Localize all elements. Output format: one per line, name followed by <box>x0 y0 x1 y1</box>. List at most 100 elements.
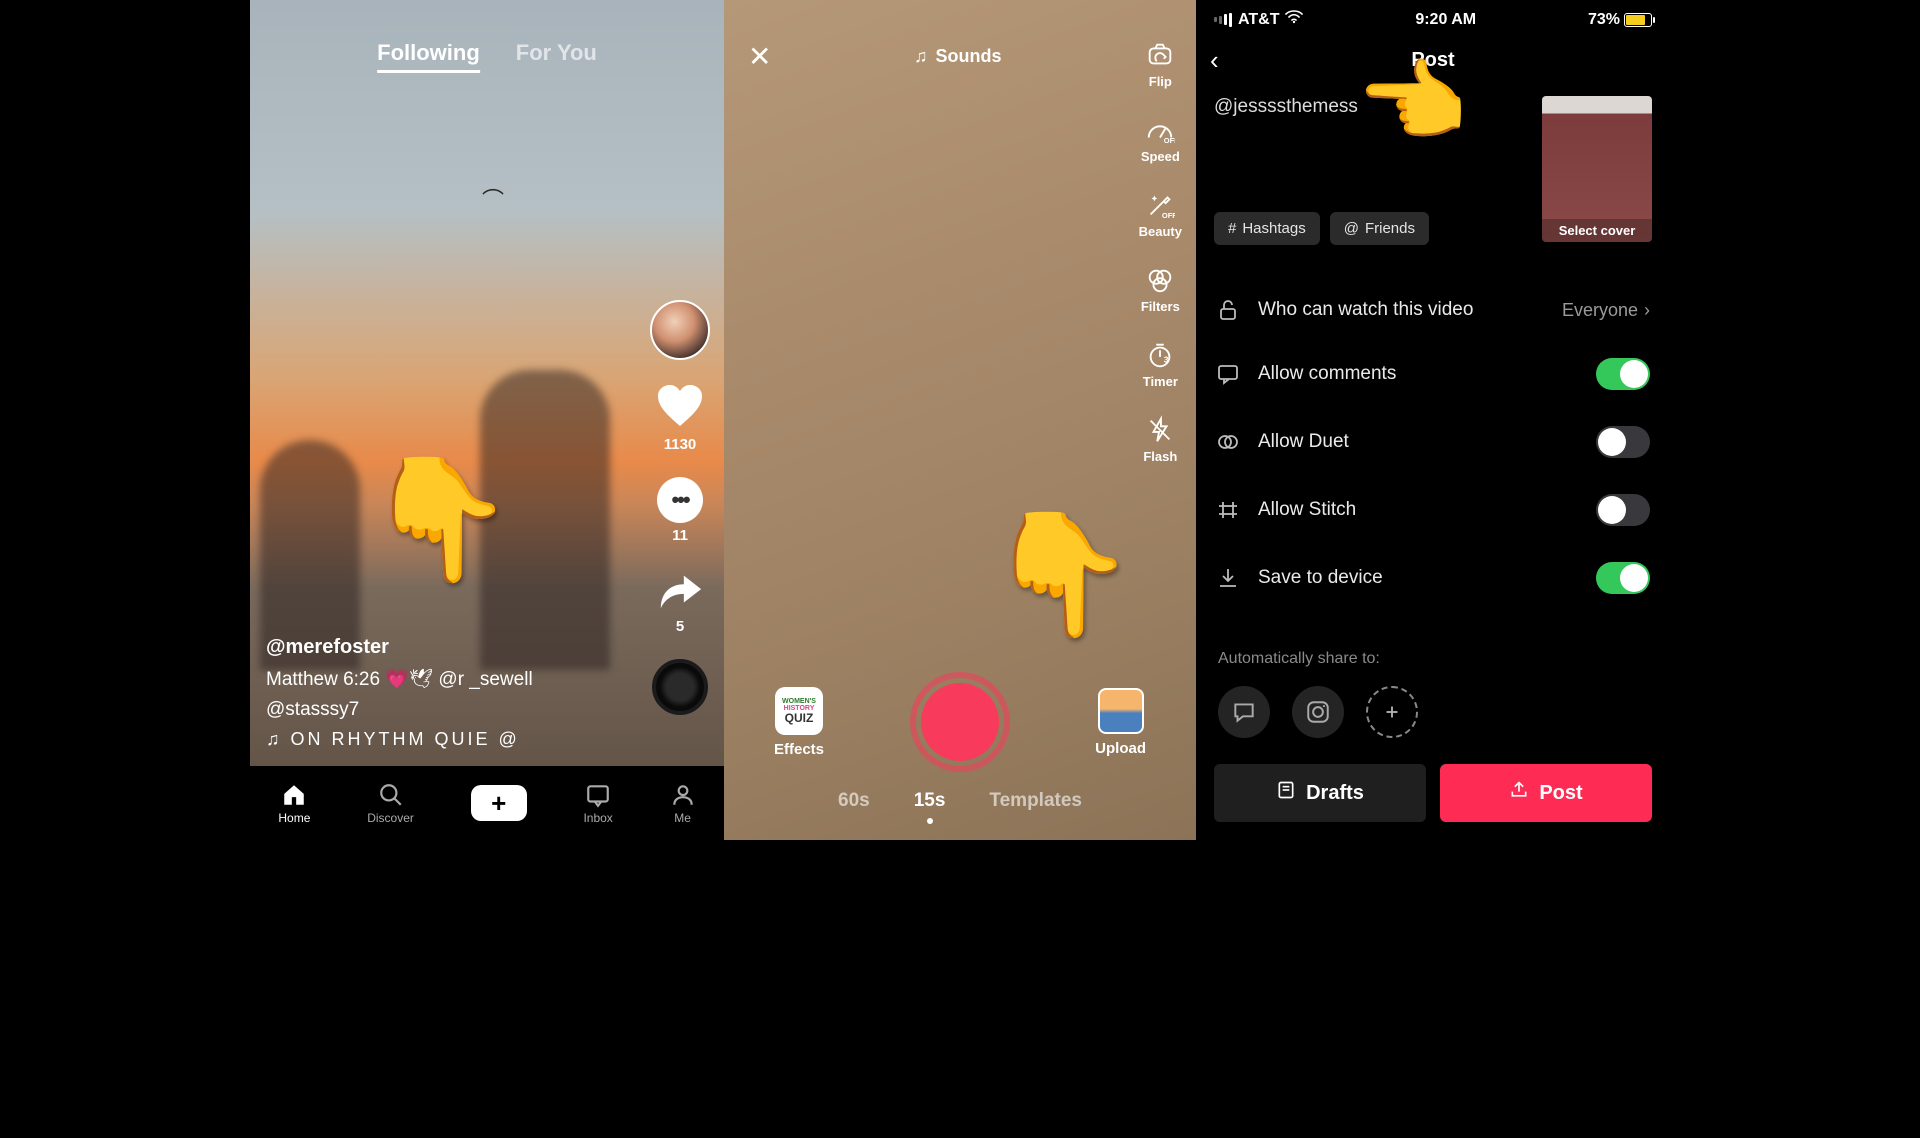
comment-button[interactable]: ••• 11 <box>657 477 703 544</box>
like-button[interactable]: 1130 <box>656 384 704 453</box>
creator-avatar[interactable] <box>650 300 710 360</box>
comment-count: 11 <box>672 527 688 544</box>
post-icon <box>1509 780 1529 806</box>
battery-icon <box>1624 13 1652 27</box>
upload-button[interactable]: Upload <box>1095 688 1146 757</box>
comment-icon: ••• <box>657 477 703 523</box>
privacy-row[interactable]: Who can watch this video Everyone› <box>1196 280 1670 340</box>
post-settings: Who can watch this video Everyone› Allow… <box>1196 280 1670 612</box>
lock-icon <box>1216 298 1240 322</box>
bottom-nav: Home Discover + Inbox Me <box>250 766 724 840</box>
nav-inbox[interactable]: Inbox <box>583 782 612 825</box>
filters-button[interactable]: Filters <box>1141 265 1180 314</box>
camera-screen: ✕ ♫ Sounds Flip OFF Speed OFF Beauty <box>724 0 1196 840</box>
duration-60s[interactable]: 60s <box>838 790 870 812</box>
share-message[interactable] <box>1218 686 1270 738</box>
like-count: 1130 <box>664 436 697 453</box>
beauty-icon: OFF <box>1145 190 1175 220</box>
download-icon <box>1216 566 1240 590</box>
home-icon <box>281 782 307 808</box>
stitch-row: Allow Stitch <box>1196 476 1670 544</box>
duet-toggle[interactable] <box>1596 426 1650 458</box>
caption-input[interactable]: @jessssthemess <box>1214 96 1358 117</box>
feed-screen: Following For You ︵ 1130 ••• 11 5 <box>250 0 724 840</box>
status-bar: AT&T 9:20 AM 73% <box>1196 10 1670 29</box>
nav-create[interactable]: + <box>471 785 527 821</box>
share-add[interactable] <box>1366 686 1418 738</box>
drafts-button[interactable]: Drafts <box>1214 764 1426 822</box>
timer-icon: 3 <box>1145 340 1175 370</box>
duration-selector[interactable]: 60s 15s Templates <box>838 790 1082 812</box>
share-button[interactable]: 5 <box>657 568 703 635</box>
video-tag[interactable]: @stasssy7 <box>266 699 533 721</box>
profile-icon <box>670 782 696 808</box>
nav-home[interactable]: Home <box>278 782 310 825</box>
beauty-button[interactable]: OFF Beauty <box>1139 190 1182 239</box>
flip-button[interactable]: Flip <box>1145 40 1175 89</box>
comment-icon <box>1216 362 1240 386</box>
hash-icon: # <box>1228 220 1236 237</box>
plus-icon: + <box>491 788 506 819</box>
select-cover-label: Select cover <box>1542 219 1652 242</box>
side-action-rail: 1130 ••• 11 5 <box>650 300 710 715</box>
wifi-icon <box>1285 10 1303 29</box>
tab-for-you[interactable]: For You <box>516 40 597 73</box>
signal-icon <box>1214 13 1232 27</box>
comments-toggle[interactable] <box>1596 358 1650 390</box>
nav-me[interactable]: Me <box>670 782 696 825</box>
at-icon: @ <box>1344 220 1359 237</box>
sound-disc[interactable] <box>652 659 708 715</box>
friends-chip[interactable]: @Friends <box>1330 212 1429 245</box>
record-inner-icon <box>921 683 999 761</box>
speed-button[interactable]: OFF Speed <box>1141 115 1180 164</box>
share-label: Automatically share to: <box>1218 650 1380 668</box>
effects-button[interactable]: WOMEN'S HISTORY QUIZ Effects <box>774 687 824 758</box>
music-note-icon: ♫ <box>266 729 283 750</box>
filters-icon <box>1145 265 1175 295</box>
close-button[interactable]: ✕ <box>748 40 771 73</box>
music-note-icon: ♫ <box>914 46 928 67</box>
speed-icon: OFF <box>1145 115 1175 145</box>
duration-15s[interactable]: 15s <box>914 790 946 812</box>
timer-button[interactable]: 3 Timer <box>1143 340 1178 389</box>
tab-following[interactable]: Following <box>377 40 480 73</box>
chevron-right-icon: › <box>1644 300 1650 321</box>
effects-thumbnail: WOMEN'S HISTORY QUIZ <box>775 687 823 735</box>
tutorial-pointer-1: 👇 <box>365 450 514 590</box>
flip-icon <box>1145 40 1175 70</box>
duet-row: Allow Duet <box>1196 408 1670 476</box>
video-meta: @merefoster Matthew 6:26 💗🕊 @r _sewell @… <box>266 636 533 750</box>
clock: 9:20 AM <box>1415 11 1476 29</box>
back-button[interactable]: ‹ <box>1210 45 1219 76</box>
camera-tool-rail: Flip OFF Speed OFF Beauty Filters 3 Time… <box>1139 40 1182 464</box>
upload-thumbnail <box>1098 688 1144 734</box>
flash-button[interactable]: Flash <box>1143 415 1177 464</box>
creator-username[interactable]: @merefoster <box>266 636 533 659</box>
share-instagram[interactable] <box>1292 686 1344 738</box>
duration-templates[interactable]: Templates <box>989 790 1082 812</box>
save-toggle[interactable] <box>1596 562 1650 594</box>
share-count: 5 <box>676 618 684 635</box>
sounds-button[interactable]: ♫ Sounds <box>914 46 1002 67</box>
svg-text:OFF: OFF <box>1164 136 1175 145</box>
svg-text:3: 3 <box>1164 355 1169 365</box>
flash-off-icon <box>1145 415 1175 445</box>
share-icon <box>657 568 703 614</box>
sound-title: ON RHYTHM QUIE @ <box>291 729 520 750</box>
sound-marquee[interactable]: ♫ ON RHYTHM QUIE @ <box>266 729 533 750</box>
privacy-value: Everyone <box>1562 300 1638 321</box>
stitch-toggle[interactable] <box>1596 494 1650 526</box>
record-button[interactable] <box>910 672 1010 772</box>
duet-icon <box>1216 430 1240 454</box>
feed-tabs: Following For You <box>377 40 597 73</box>
post-button[interactable]: Post <box>1440 764 1652 822</box>
inbox-icon <box>585 782 611 808</box>
drafts-icon <box>1276 780 1296 806</box>
search-icon <box>378 782 404 808</box>
cover-thumbnail[interactable]: Select cover <box>1542 96 1652 242</box>
carrier-label: AT&T <box>1238 11 1279 29</box>
svg-text:OFF: OFF <box>1162 211 1175 220</box>
hashtags-chip[interactable]: #Hashtags <box>1214 212 1320 245</box>
battery-pct: 73% <box>1588 11 1620 29</box>
nav-discover[interactable]: Discover <box>367 782 414 825</box>
